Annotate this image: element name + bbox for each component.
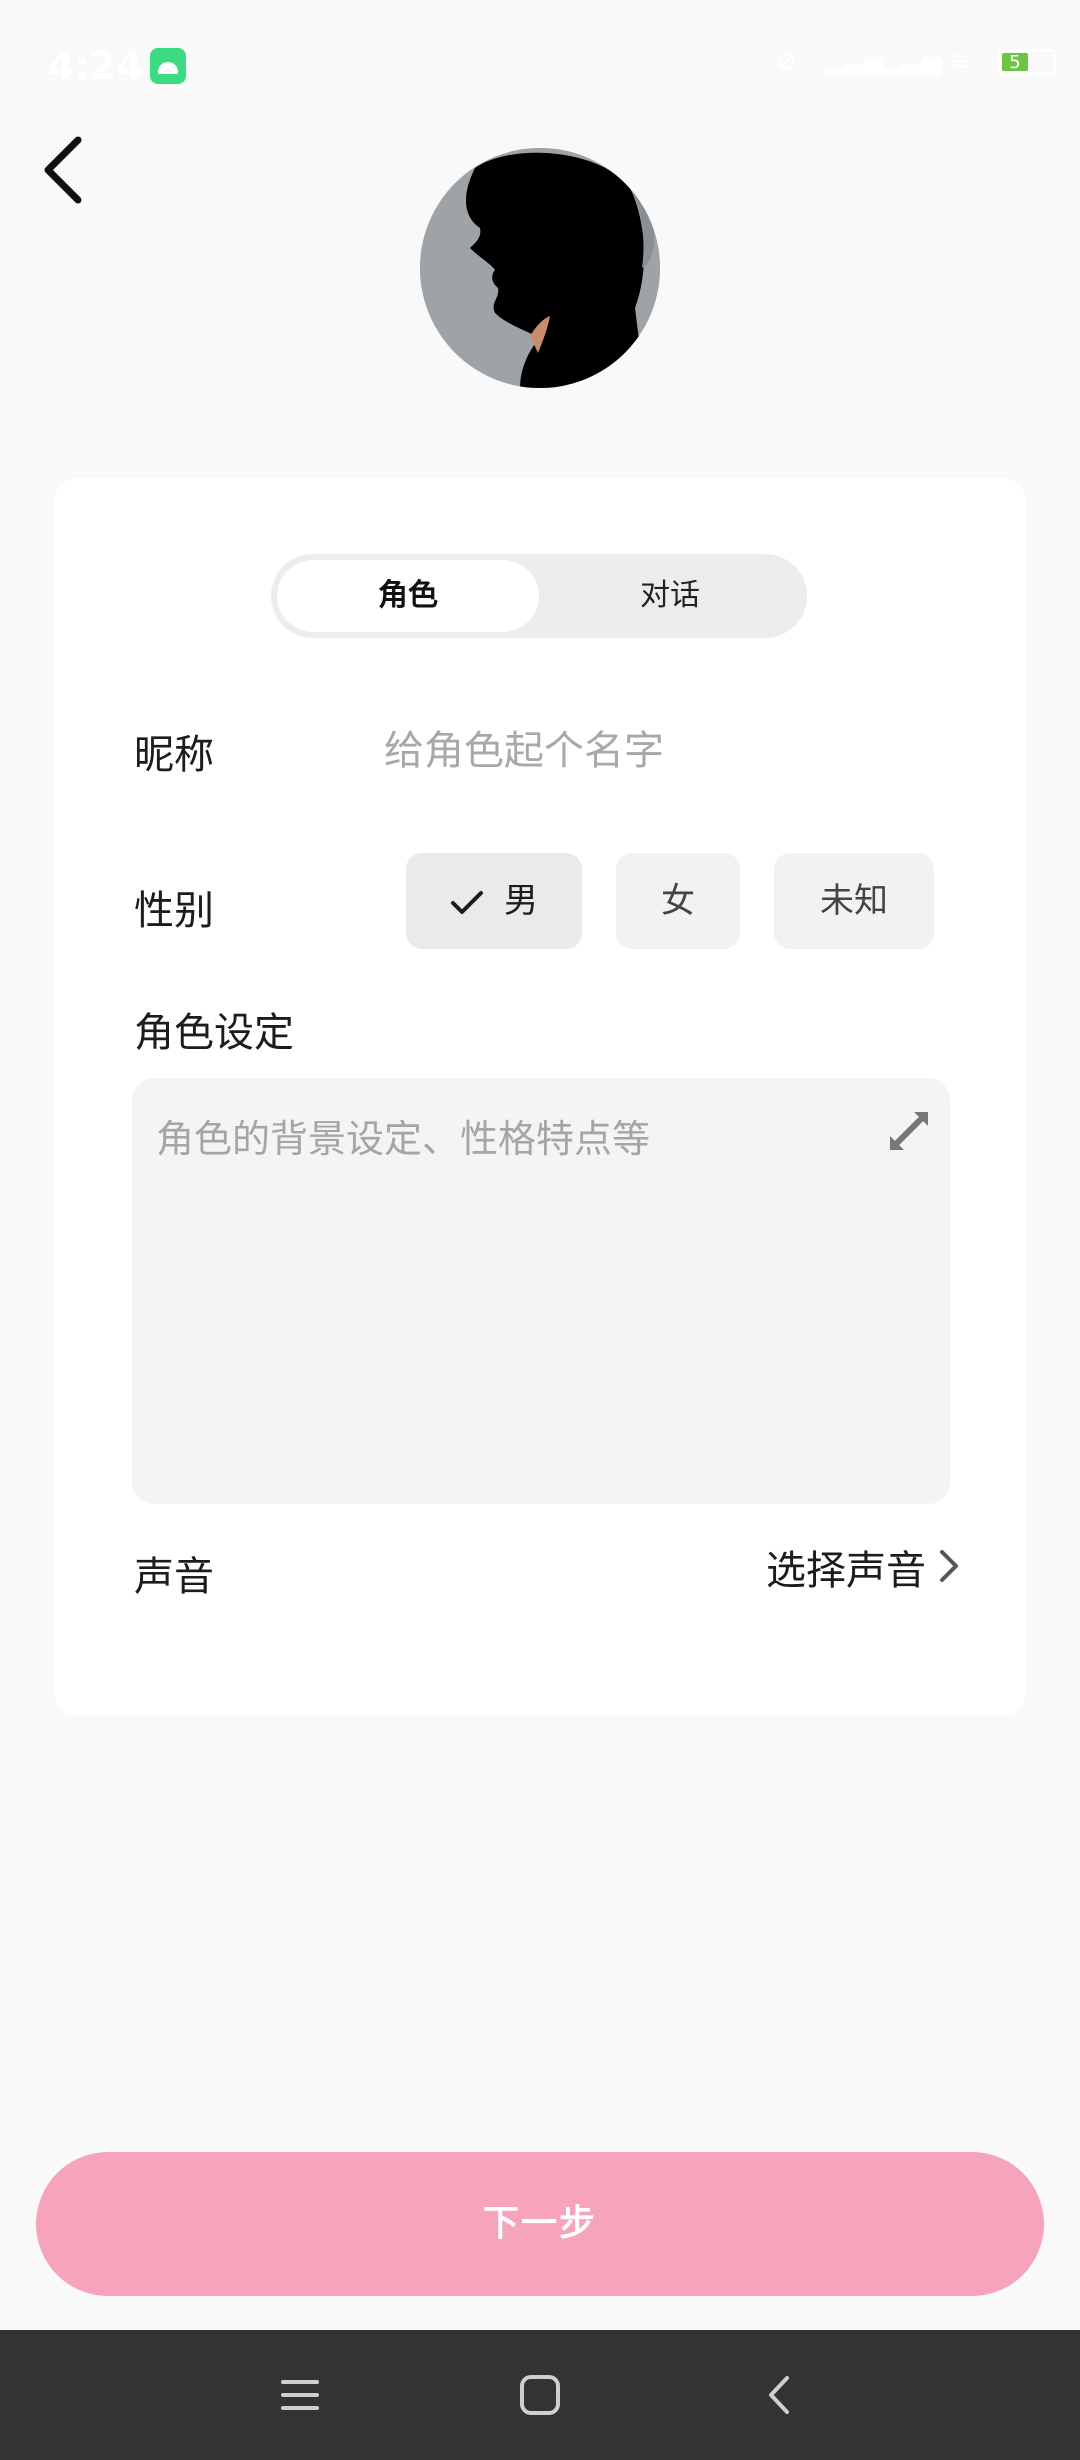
chevron-left-icon bbox=[44, 136, 82, 204]
gender-unknown-button[interactable]: 未知 bbox=[774, 853, 934, 949]
battery-icon: 5 bbox=[998, 49, 1056, 75]
gender-female-button[interactable]: 女 bbox=[616, 853, 740, 949]
avatar-silhouette-image bbox=[420, 148, 660, 388]
status-icons: ⊘ ▂▃▅ ▂▃▅ ≋ 5 bbox=[766, 48, 1056, 76]
setting-label: 角色设定 bbox=[134, 1010, 294, 1056]
home-icon[interactable] bbox=[515, 2370, 565, 2420]
nickname-input[interactable]: 给角色起个名字 bbox=[384, 716, 944, 786]
system-nav-bar bbox=[0, 2330, 1080, 2460]
tab-dialogue[interactable]: 对话 bbox=[539, 560, 801, 632]
android-icon bbox=[150, 48, 186, 84]
alarm-off-icon: ⊘ bbox=[775, 47, 797, 77]
tab-character[interactable]: 角色 bbox=[277, 560, 539, 632]
menu-icon[interactable] bbox=[275, 2370, 325, 2420]
chevron-right-icon[interactable] bbox=[934, 1546, 964, 1586]
signal-icon: ▂▃▅ bbox=[824, 47, 884, 77]
back-nav-icon[interactable] bbox=[755, 2370, 805, 2420]
check-icon bbox=[451, 890, 483, 914]
gender-label: 性别 bbox=[134, 888, 214, 934]
battery-level: 5 bbox=[1002, 53, 1028, 73]
back-button[interactable] bbox=[36, 130, 96, 210]
select-voice-button[interactable]: 选择声音 bbox=[766, 1538, 926, 1596]
setting-textarea[interactable]: 角色的背景设定、性格特点等 bbox=[132, 1078, 950, 1504]
status-bar: 4:24 ⊘ ▂▃▅ ▂▃▅ ≋ 5 bbox=[0, 0, 1080, 130]
setting-placeholder: 角色的背景设定、性格特点等 bbox=[156, 1117, 651, 1161]
character-form-card: 角色 对话 昵称 给角色起个名字 性别 男 女 未知 角色设定 角色的背景设定、… bbox=[54, 478, 1026, 1716]
mode-toggle: 角色 对话 bbox=[271, 554, 807, 638]
voice-label: 声音 bbox=[134, 1554, 214, 1600]
nickname-label: 昵称 bbox=[134, 732, 214, 778]
next-step-button[interactable]: 下一步 bbox=[36, 2152, 1044, 2296]
character-avatar[interactable] bbox=[420, 148, 660, 388]
gender-male-button[interactable]: 男 bbox=[406, 853, 582, 949]
gender-male-label: 男 bbox=[504, 881, 538, 921]
wifi-icon: ≋ bbox=[949, 47, 971, 77]
expand-icon[interactable] bbox=[884, 1106, 934, 1156]
signal-icon-2: ▂▃▅ bbox=[882, 47, 942, 77]
status-time: 4:24 bbox=[48, 44, 143, 88]
